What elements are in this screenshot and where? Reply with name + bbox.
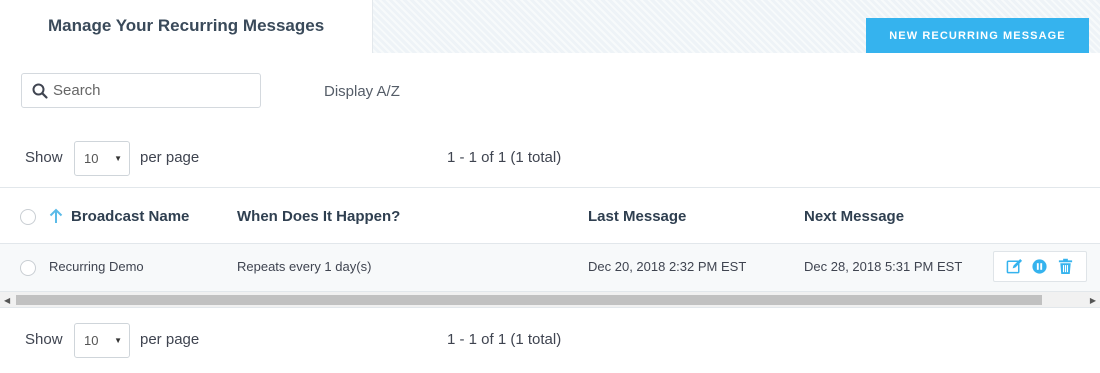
cell-next-message: Dec 28, 2018 5:31 PM EST (804, 259, 963, 274)
page-title: Manage Your Recurring Messages (0, 0, 373, 53)
row-select-radio[interactable] (20, 260, 36, 276)
cell-broadcast-name: Recurring Demo (49, 259, 144, 274)
per-page-value: 10 (84, 333, 99, 348)
search-input[interactable] (53, 75, 253, 106)
range-text: 1 - 1 of 1 (1 total) (447, 149, 562, 166)
per-page-label: per page (140, 149, 200, 166)
pagination-top: Show 10 ▼ per page 1 - 1 of 1 (1 total) (0, 141, 1100, 177)
display-sort-toggle[interactable]: Display A/Z (324, 83, 400, 100)
table-header: Broadcast Name When Does It Happen? Last… (0, 187, 1100, 244)
per-page-label: per page (140, 331, 200, 348)
scrollbar-thumb[interactable] (16, 295, 1042, 305)
show-label: Show (25, 149, 63, 166)
per-page-select[interactable]: 10 ▼ (74, 323, 130, 358)
search-icon (32, 83, 48, 99)
per-page-select[interactable]: 10 ▼ (74, 141, 130, 176)
search-box[interactable] (21, 73, 261, 108)
cell-when: Repeats every 1 day(s) (237, 259, 372, 274)
edit-icon[interactable] (1006, 258, 1023, 275)
chevron-down-icon: ▼ (114, 336, 122, 345)
horizontal-scrollbar[interactable]: ◀ ▶ (0, 292, 1100, 308)
sort-arrow-up-icon[interactable] (49, 208, 63, 224)
scroll-right-icon[interactable]: ▶ (1090, 296, 1096, 305)
scroll-left-icon[interactable]: ◀ (4, 296, 10, 305)
trash-icon[interactable] (1057, 258, 1074, 275)
cell-last-message: Dec 20, 2018 2:32 PM EST (588, 259, 747, 274)
per-page-value: 10 (84, 151, 99, 166)
chevron-down-icon: ▼ (114, 154, 122, 163)
select-all-radio[interactable] (20, 209, 36, 225)
messages-table: Broadcast Name When Does It Happen? Last… (0, 187, 1100, 308)
pagination-bottom: Show 10 ▼ per page 1 - 1 of 1 (1 total) (0, 323, 1100, 359)
column-header-broadcast-name[interactable]: Broadcast Name (71, 208, 189, 225)
main-content: Display A/Z Show 10 ▼ per page 1 - 1 of … (0, 53, 1100, 373)
row-actions (993, 251, 1087, 282)
column-header-when[interactable]: When Does It Happen? (237, 208, 400, 225)
new-recurring-message-button[interactable]: New Recurring Message (866, 18, 1089, 53)
show-label: Show (25, 331, 63, 348)
pause-icon[interactable] (1031, 258, 1048, 275)
column-header-last-message[interactable]: Last Message (588, 208, 686, 225)
column-header-next-message[interactable]: Next Message (804, 208, 904, 225)
table-row[interactable]: Recurring Demo Repeats every 1 day(s) De… (0, 244, 1100, 292)
range-text: 1 - 1 of 1 (1 total) (447, 331, 562, 348)
